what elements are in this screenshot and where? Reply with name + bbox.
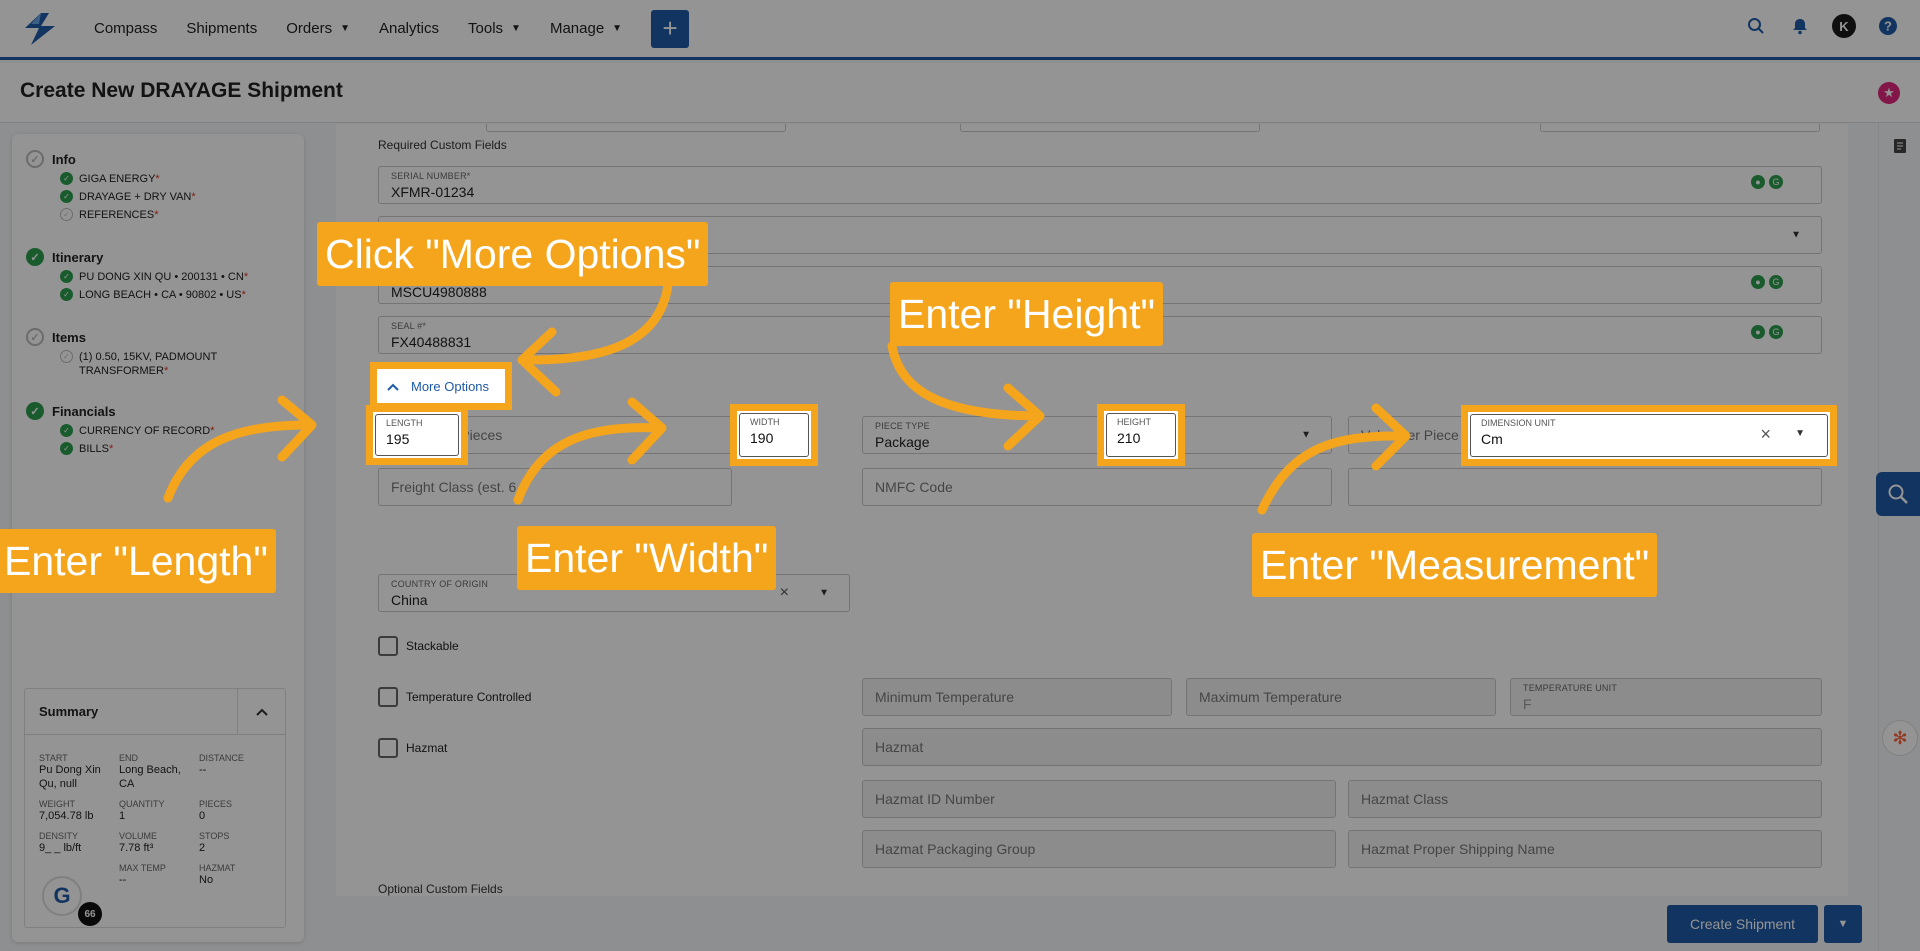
callout-measurement: Enter "Measurement" <box>1252 533 1658 597</box>
callout-more-options: Click "More Options" <box>317 222 709 286</box>
callout-width: Enter "Width" <box>517 526 777 590</box>
tutorial-arrows <box>163 280 1411 515</box>
callout-height: Enter "Height" <box>890 282 1164 346</box>
callout-length: Enter "Length" <box>0 529 276 593</box>
